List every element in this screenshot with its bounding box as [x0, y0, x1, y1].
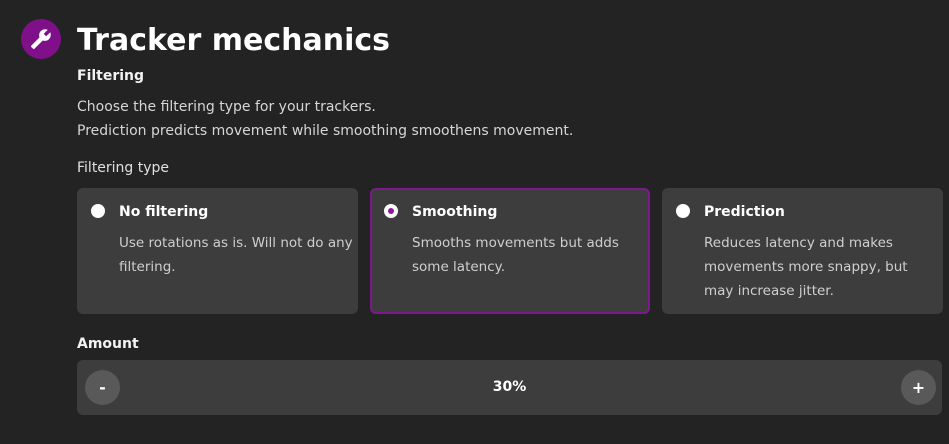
option-description: Smooths movements but adds some latency.: [412, 235, 619, 275]
description-line: Choose the filtering type for your track…: [77, 99, 376, 115]
section-title: Tracker mechanics: [77, 23, 390, 58]
option-title: Smoothing: [412, 204, 498, 220]
wrench-icon: [21, 19, 61, 59]
filtering-option-no-filtering[interactable]: No filtering Use rotations as is. Will n…: [77, 188, 358, 314]
radio-button-selected[interactable]: [384, 204, 398, 218]
option-description: Use rotations as is. Will not do any fil…: [119, 235, 353, 275]
amount-value: 30%: [492, 379, 527, 395]
decrement-button[interactable]: -: [85, 370, 120, 405]
amount-stepper: 30% - +: [77, 360, 942, 415]
increment-button[interactable]: +: [901, 370, 936, 405]
section-description: Choose the filtering type for your track…: [77, 95, 573, 143]
amount-label: Amount: [77, 336, 139, 352]
filtering-type-label: Filtering type: [77, 160, 170, 176]
option-description: Reduces latency and makes movements more…: [704, 235, 908, 299]
option-title: No filtering: [119, 204, 209, 220]
filtering-option-prediction[interactable]: Prediction Reduces latency and makes mov…: [662, 188, 943, 314]
settings-page: Tracker mechanics Filtering Choose the f…: [0, 0, 949, 444]
section-subtitle: Filtering: [77, 68, 145, 84]
description-line: Prediction predicts movement while smoot…: [77, 123, 574, 139]
filtering-option-smoothing[interactable]: Smoothing Smooths movements but adds som…: [370, 188, 650, 314]
radio-button[interactable]: [91, 204, 105, 218]
option-title: Prediction: [704, 204, 785, 220]
radio-button[interactable]: [676, 204, 690, 218]
